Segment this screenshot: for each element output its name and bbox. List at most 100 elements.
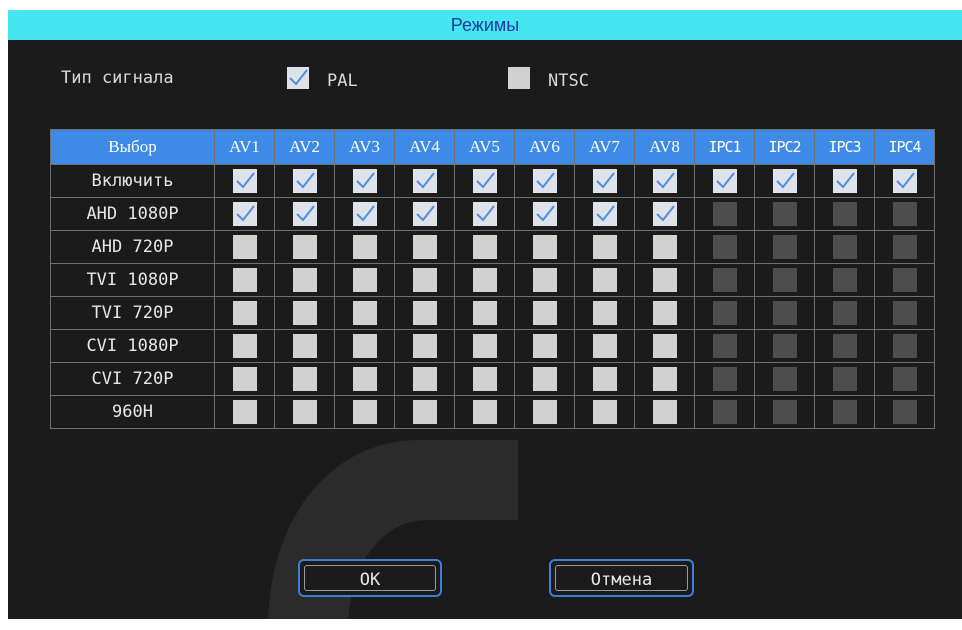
table-cell: [454, 329, 515, 363]
mode-checkbox-ipc4: [892, 400, 917, 424]
mode-checkbox-av6[interactable]: [532, 268, 557, 292]
mode-checkbox-av1[interactable]: [232, 169, 257, 193]
mode-checkbox-av2[interactable]: [292, 367, 317, 391]
mode-checkbox-av4[interactable]: [412, 202, 437, 226]
table-cell: [574, 329, 635, 363]
column-header-ipc1: IPC1: [694, 129, 755, 165]
mode-checkbox-av5[interactable]: [472, 268, 497, 292]
mode-checkbox-av6[interactable]: [532, 367, 557, 391]
mode-checkbox-av4[interactable]: [412, 235, 437, 259]
mode-checkbox-av2[interactable]: [292, 202, 317, 226]
mode-checkbox-av4[interactable]: [412, 367, 437, 391]
mode-checkbox-av1[interactable]: [232, 202, 257, 226]
table-cell: [574, 230, 635, 264]
table-cell: [874, 197, 935, 231]
mode-checkbox-av8[interactable]: [652, 169, 677, 193]
mode-checkbox-av7[interactable]: [592, 235, 617, 259]
mode-checkbox-av3[interactable]: [352, 202, 377, 226]
mode-checkbox-av5[interactable]: [472, 169, 497, 193]
mode-checkbox-av6[interactable]: [532, 334, 557, 358]
mode-checkbox-ipc2[interactable]: [772, 169, 797, 193]
mode-checkbox-av5[interactable]: [472, 235, 497, 259]
signal-type-label: Тип сигнала: [61, 68, 174, 88]
table-cell: [454, 263, 515, 297]
mode-checkbox-av2[interactable]: [292, 400, 317, 424]
mode-checkbox-ipc1[interactable]: [712, 169, 737, 193]
checkmark-icon: [355, 205, 375, 222]
mode-checkbox-av6[interactable]: [532, 400, 557, 424]
table-cell: [214, 230, 275, 264]
mode-checkbox-av1[interactable]: [232, 268, 257, 292]
mode-checkbox-av4[interactable]: [412, 334, 437, 358]
mode-checkbox-av4[interactable]: [412, 301, 437, 325]
mode-checkbox-av2[interactable]: [292, 301, 317, 325]
table-cell: [814, 263, 875, 297]
checkmark-icon: [295, 172, 315, 189]
mode-checkbox-av4[interactable]: [412, 400, 437, 424]
mode-checkbox-av2[interactable]: [292, 235, 317, 259]
mode-checkbox-av5[interactable]: [472, 367, 497, 391]
column-header-av2: AV2: [274, 129, 335, 165]
mode-checkbox-av5[interactable]: [472, 301, 497, 325]
mode-checkbox-ipc3: [832, 235, 857, 259]
mode-checkbox-av3[interactable]: [352, 268, 377, 292]
column-header-av5: AV5: [454, 129, 515, 165]
mode-checkbox-av8[interactable]: [652, 400, 677, 424]
mode-checkbox-av7[interactable]: [592, 202, 617, 226]
logo-watermark: [268, 440, 518, 630]
mode-checkbox-av7[interactable]: [592, 400, 617, 424]
ntsc-checkbox[interactable]: [508, 67, 530, 89]
mode-checkbox-av6[interactable]: [532, 169, 557, 193]
mode-checkbox-av2[interactable]: [292, 268, 317, 292]
mode-checkbox-av4[interactable]: [412, 169, 437, 193]
mode-checkbox-av8[interactable]: [652, 202, 677, 226]
mode-checkbox-av2[interactable]: [292, 169, 317, 193]
mode-checkbox-av1[interactable]: [232, 334, 257, 358]
mode-checkbox-av8[interactable]: [652, 301, 677, 325]
mode-checkbox-av6[interactable]: [532, 202, 557, 226]
mode-checkbox-av3[interactable]: [352, 169, 377, 193]
dialog-title: Режимы: [8, 10, 962, 40]
mode-checkbox-av6[interactable]: [532, 301, 557, 325]
mode-checkbox-av6[interactable]: [532, 235, 557, 259]
checkmark-icon: [235, 205, 255, 222]
table-cell: [814, 395, 875, 429]
mode-checkbox-av5[interactable]: [472, 202, 497, 226]
mode-checkbox-av3[interactable]: [352, 367, 377, 391]
table-cell: [514, 164, 575, 198]
cancel-button[interactable]: Отмена: [549, 559, 694, 597]
mode-checkbox-ipc4[interactable]: [892, 169, 917, 193]
table-cell: [634, 296, 695, 330]
mode-checkbox-av5[interactable]: [472, 400, 497, 424]
table-cell: [574, 164, 635, 198]
mode-checkbox-av3[interactable]: [352, 400, 377, 424]
mode-checkbox-av7[interactable]: [592, 301, 617, 325]
ntsc-label: NTSC: [548, 71, 589, 91]
table-cell: [634, 263, 695, 297]
mode-checkbox-av2[interactable]: [292, 334, 317, 358]
mode-checkbox-av3[interactable]: [352, 301, 377, 325]
mode-checkbox-av4[interactable]: [412, 268, 437, 292]
mode-checkbox-av8[interactable]: [652, 235, 677, 259]
table-cell: [274, 362, 335, 396]
mode-checkbox-av8[interactable]: [652, 268, 677, 292]
mode-checkbox-av1[interactable]: [232, 367, 257, 391]
checkmark-icon: [895, 172, 915, 189]
ok-button[interactable]: OK: [298, 559, 442, 597]
pal-checkbox[interactable]: [287, 67, 309, 89]
mode-checkbox-av8[interactable]: [652, 334, 677, 358]
mode-checkbox-av3[interactable]: [352, 334, 377, 358]
mode-checkbox-av1[interactable]: [232, 235, 257, 259]
table-row: CVI 1080P: [50, 329, 935, 363]
mode-checkbox-av8[interactable]: [652, 367, 677, 391]
mode-checkbox-av1[interactable]: [232, 301, 257, 325]
mode-checkbox-av7[interactable]: [592, 334, 617, 358]
table-cell: [754, 329, 815, 363]
mode-checkbox-av7[interactable]: [592, 169, 617, 193]
mode-checkbox-av7[interactable]: [592, 367, 617, 391]
mode-checkbox-ipc3[interactable]: [832, 169, 857, 193]
mode-checkbox-av7[interactable]: [592, 268, 617, 292]
mode-checkbox-av3[interactable]: [352, 235, 377, 259]
mode-checkbox-av1[interactable]: [232, 400, 257, 424]
mode-checkbox-av5[interactable]: [472, 334, 497, 358]
